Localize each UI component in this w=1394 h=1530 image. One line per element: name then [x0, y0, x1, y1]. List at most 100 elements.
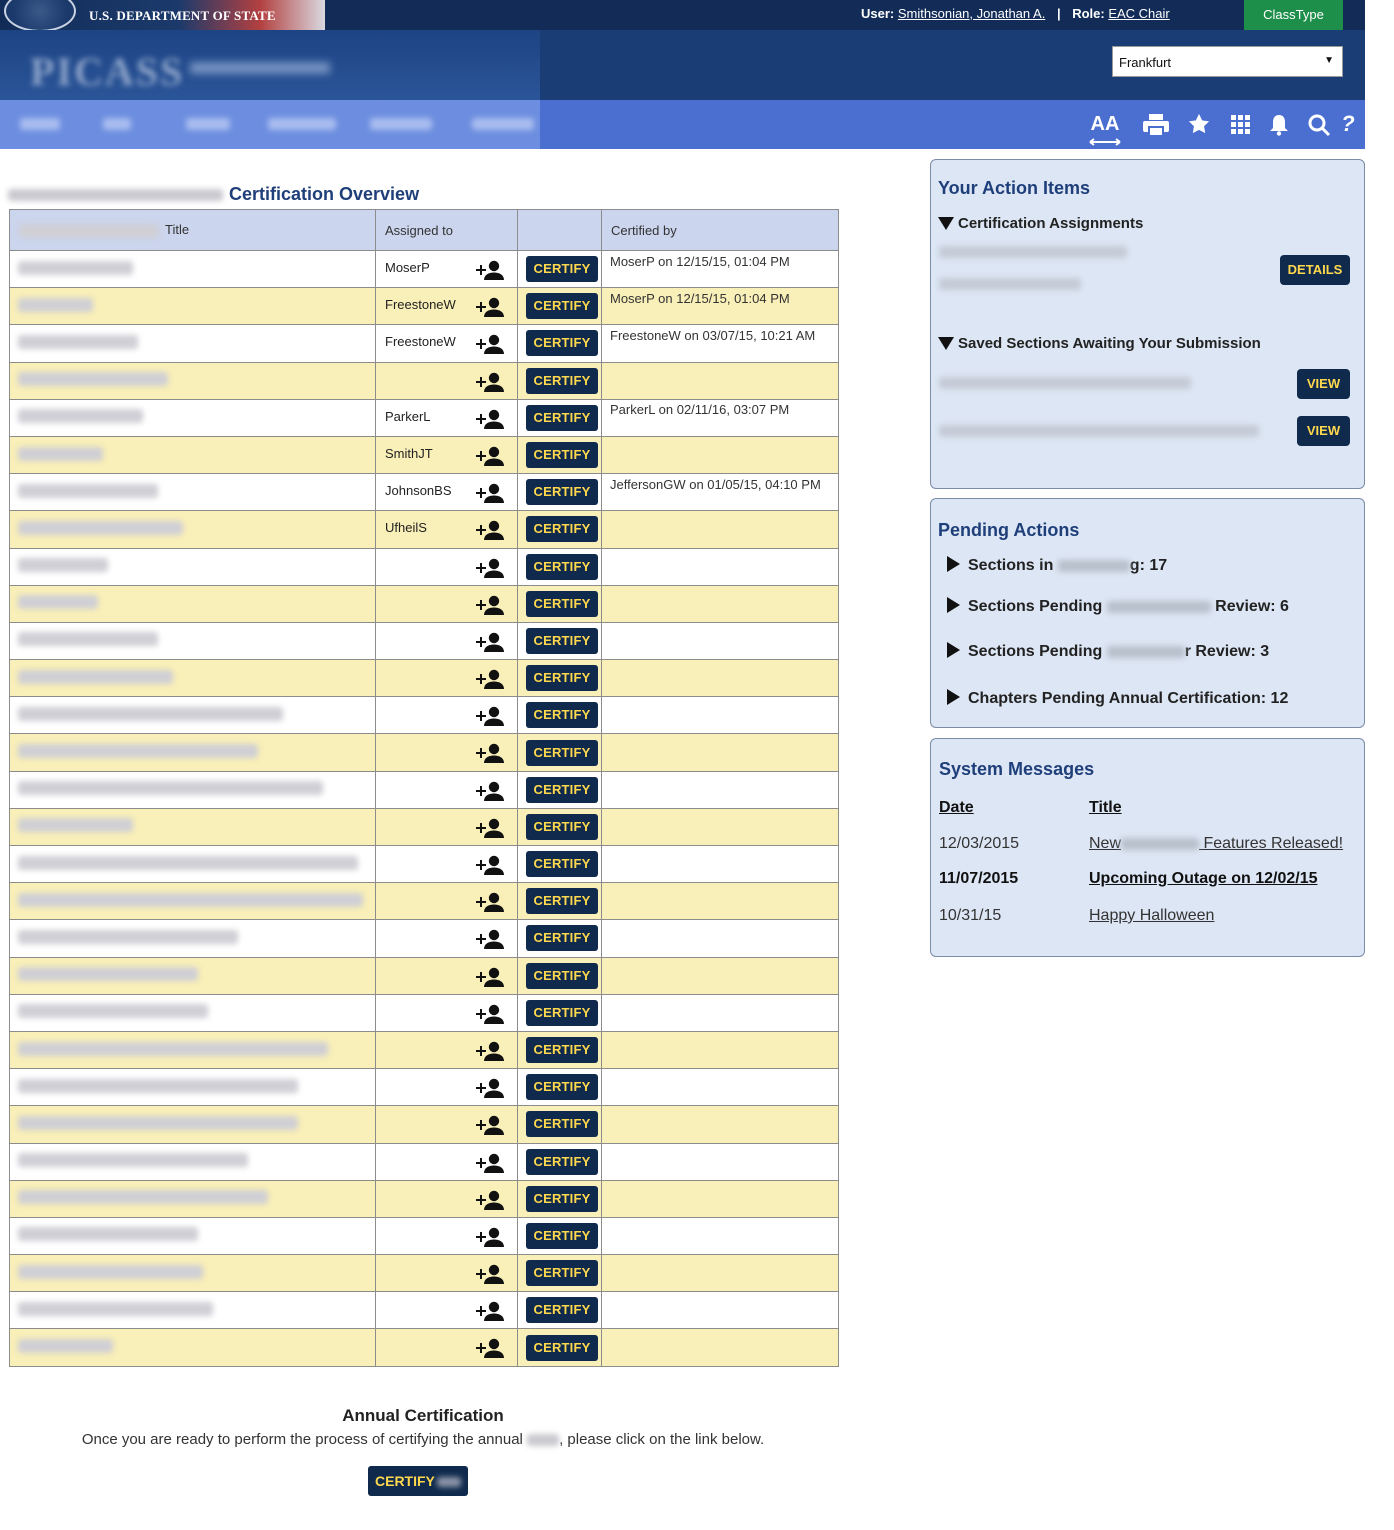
add-person-icon[interactable]: [474, 594, 504, 616]
row-title[interactable]: [9, 1328, 376, 1367]
certify-button[interactable]: CERTIFY: [526, 1260, 598, 1287]
row-title[interactable]: [9, 398, 376, 437]
nav-item[interactable]: [186, 118, 230, 130]
add-person-icon[interactable]: [474, 1189, 504, 1211]
row-title[interactable]: [9, 1030, 376, 1070]
text-size-icon[interactable]: AA: [1088, 112, 1122, 146]
row-title[interactable]: [9, 324, 376, 363]
row-title[interactable]: [9, 1216, 376, 1256]
add-person-icon[interactable]: [474, 705, 504, 727]
row-title[interactable]: [9, 733, 376, 772]
add-person-icon[interactable]: [474, 1003, 504, 1025]
certify-button[interactable]: CERTIFY: [526, 851, 598, 878]
row-title[interactable]: [9, 1068, 376, 1107]
certify-button[interactable]: CERTIFY: [526, 442, 598, 469]
help-icon[interactable]: ?: [1339, 112, 1357, 136]
certify-button[interactable]: CERTIFY: [526, 1148, 598, 1175]
row-title[interactable]: [9, 807, 376, 847]
add-person-icon[interactable]: [474, 1114, 504, 1136]
certify-button[interactable]: CERTIFY: [526, 553, 598, 580]
annual-certify-button[interactable]: CERTIFY: [368, 1466, 468, 1496]
row-title[interactable]: [9, 584, 376, 623]
row-title[interactable]: [9, 696, 376, 735]
add-person-icon[interactable]: [474, 371, 504, 393]
add-person-icon[interactable]: [474, 1077, 504, 1099]
certify-button[interactable]: CERTIFY: [526, 330, 598, 357]
row-title[interactable]: [9, 1179, 376, 1218]
add-person-icon[interactable]: [474, 817, 504, 839]
add-person-icon[interactable]: [474, 854, 504, 876]
app-logo[interactable]: PICASS: [0, 30, 540, 100]
saved-sections-toggle[interactable]: Saved Sections Awaiting Your Submission: [938, 335, 1261, 352]
certify-button[interactable]: CERTIFY: [526, 404, 598, 431]
add-person-icon[interactable]: [474, 296, 504, 318]
nav-item[interactable]: [103, 118, 131, 130]
nav-item[interactable]: [370, 118, 432, 130]
notifications-icon[interactable]: [1269, 114, 1289, 136]
certify-button[interactable]: CERTIFY: [526, 516, 598, 543]
add-person-icon[interactable]: [474, 966, 504, 988]
row-title[interactable]: [9, 659, 376, 698]
search-icon[interactable]: [1307, 113, 1331, 137]
favorite-icon[interactable]: [1188, 113, 1210, 135]
row-title[interactable]: [9, 361, 376, 400]
add-person-icon[interactable]: [474, 519, 504, 541]
row-title[interactable]: [9, 510, 376, 549]
certify-button[interactable]: CERTIFY: [526, 702, 598, 729]
certify-button[interactable]: CERTIFY: [526, 256, 598, 283]
nav-item[interactable]: [268, 118, 336, 130]
add-person-icon[interactable]: [474, 1040, 504, 1062]
add-person-icon[interactable]: [474, 557, 504, 579]
row-title[interactable]: [9, 249, 376, 289]
post-select[interactable]: Frankfurt ▼: [1112, 46, 1343, 77]
pending-sections-review-2[interactable]: Sections Pending r Review: 3: [947, 642, 1269, 661]
add-person-icon[interactable]: [474, 1337, 504, 1359]
role-link[interactable]: EAC Chair: [1108, 6, 1169, 21]
certify-button[interactable]: CERTIFY: [526, 1111, 598, 1138]
add-person-icon[interactable]: [474, 891, 504, 913]
certify-button[interactable]: CERTIFY: [526, 813, 598, 840]
certify-button[interactable]: CERTIFY: [526, 739, 598, 766]
add-person-icon[interactable]: [474, 668, 504, 690]
add-person-icon[interactable]: [474, 259, 504, 281]
certify-button[interactable]: CERTIFY: [526, 888, 598, 915]
add-person-icon[interactable]: [474, 1300, 504, 1322]
nav-item[interactable]: [20, 118, 60, 130]
add-person-icon[interactable]: [474, 742, 504, 764]
apps-grid-icon[interactable]: [1231, 115, 1251, 135]
pending-sections-in-authoring[interactable]: Sections in g: 17: [947, 556, 1167, 575]
add-person-icon[interactable]: [474, 1226, 504, 1248]
certify-button[interactable]: CERTIFY: [526, 1185, 598, 1212]
message-title-link[interactable]: Upcoming Outage on 12/02/15: [1089, 870, 1318, 888]
row-title[interactable]: [9, 1291, 376, 1330]
certify-button[interactable]: CERTIFY: [526, 1222, 598, 1249]
certify-button[interactable]: CERTIFY: [526, 1074, 598, 1101]
certify-button[interactable]: CERTIFY: [526, 776, 598, 803]
row-title[interactable]: [9, 1105, 376, 1144]
message-title-link[interactable]: New Features Released!: [1089, 835, 1343, 853]
row-title[interactable]: [9, 844, 376, 884]
certify-button[interactable]: CERTIFY: [526, 925, 598, 952]
row-title[interactable]: [9, 882, 376, 921]
details-button[interactable]: DETAILS: [1280, 255, 1350, 285]
add-person-icon[interactable]: [474, 780, 504, 802]
row-title[interactable]: [9, 621, 376, 661]
certify-button[interactable]: CERTIFY: [526, 665, 598, 692]
row-title[interactable]: [9, 547, 376, 586]
row-title[interactable]: [9, 435, 376, 475]
certify-button[interactable]: CERTIFY: [526, 962, 598, 989]
certification-assignments-toggle[interactable]: Certification Assignments: [938, 215, 1143, 232]
row-title[interactable]: [9, 956, 376, 995]
certify-button[interactable]: CERTIFY: [526, 293, 598, 320]
user-name-link[interactable]: Smithsonian, Jonathan A.: [898, 6, 1045, 21]
certify-button[interactable]: CERTIFY: [526, 590, 598, 617]
add-person-icon[interactable]: [474, 445, 504, 467]
add-person-icon[interactable]: [474, 1152, 504, 1174]
pending-sections-review-1[interactable]: Sections Pending Review: 6: [947, 597, 1289, 616]
nav-item[interactable]: [472, 118, 534, 130]
view-button[interactable]: VIEW: [1297, 369, 1350, 399]
row-title[interactable]: [9, 770, 376, 809]
add-person-icon[interactable]: [474, 928, 504, 950]
certify-button[interactable]: CERTIFY: [526, 367, 598, 394]
row-title[interactable]: [9, 919, 376, 958]
